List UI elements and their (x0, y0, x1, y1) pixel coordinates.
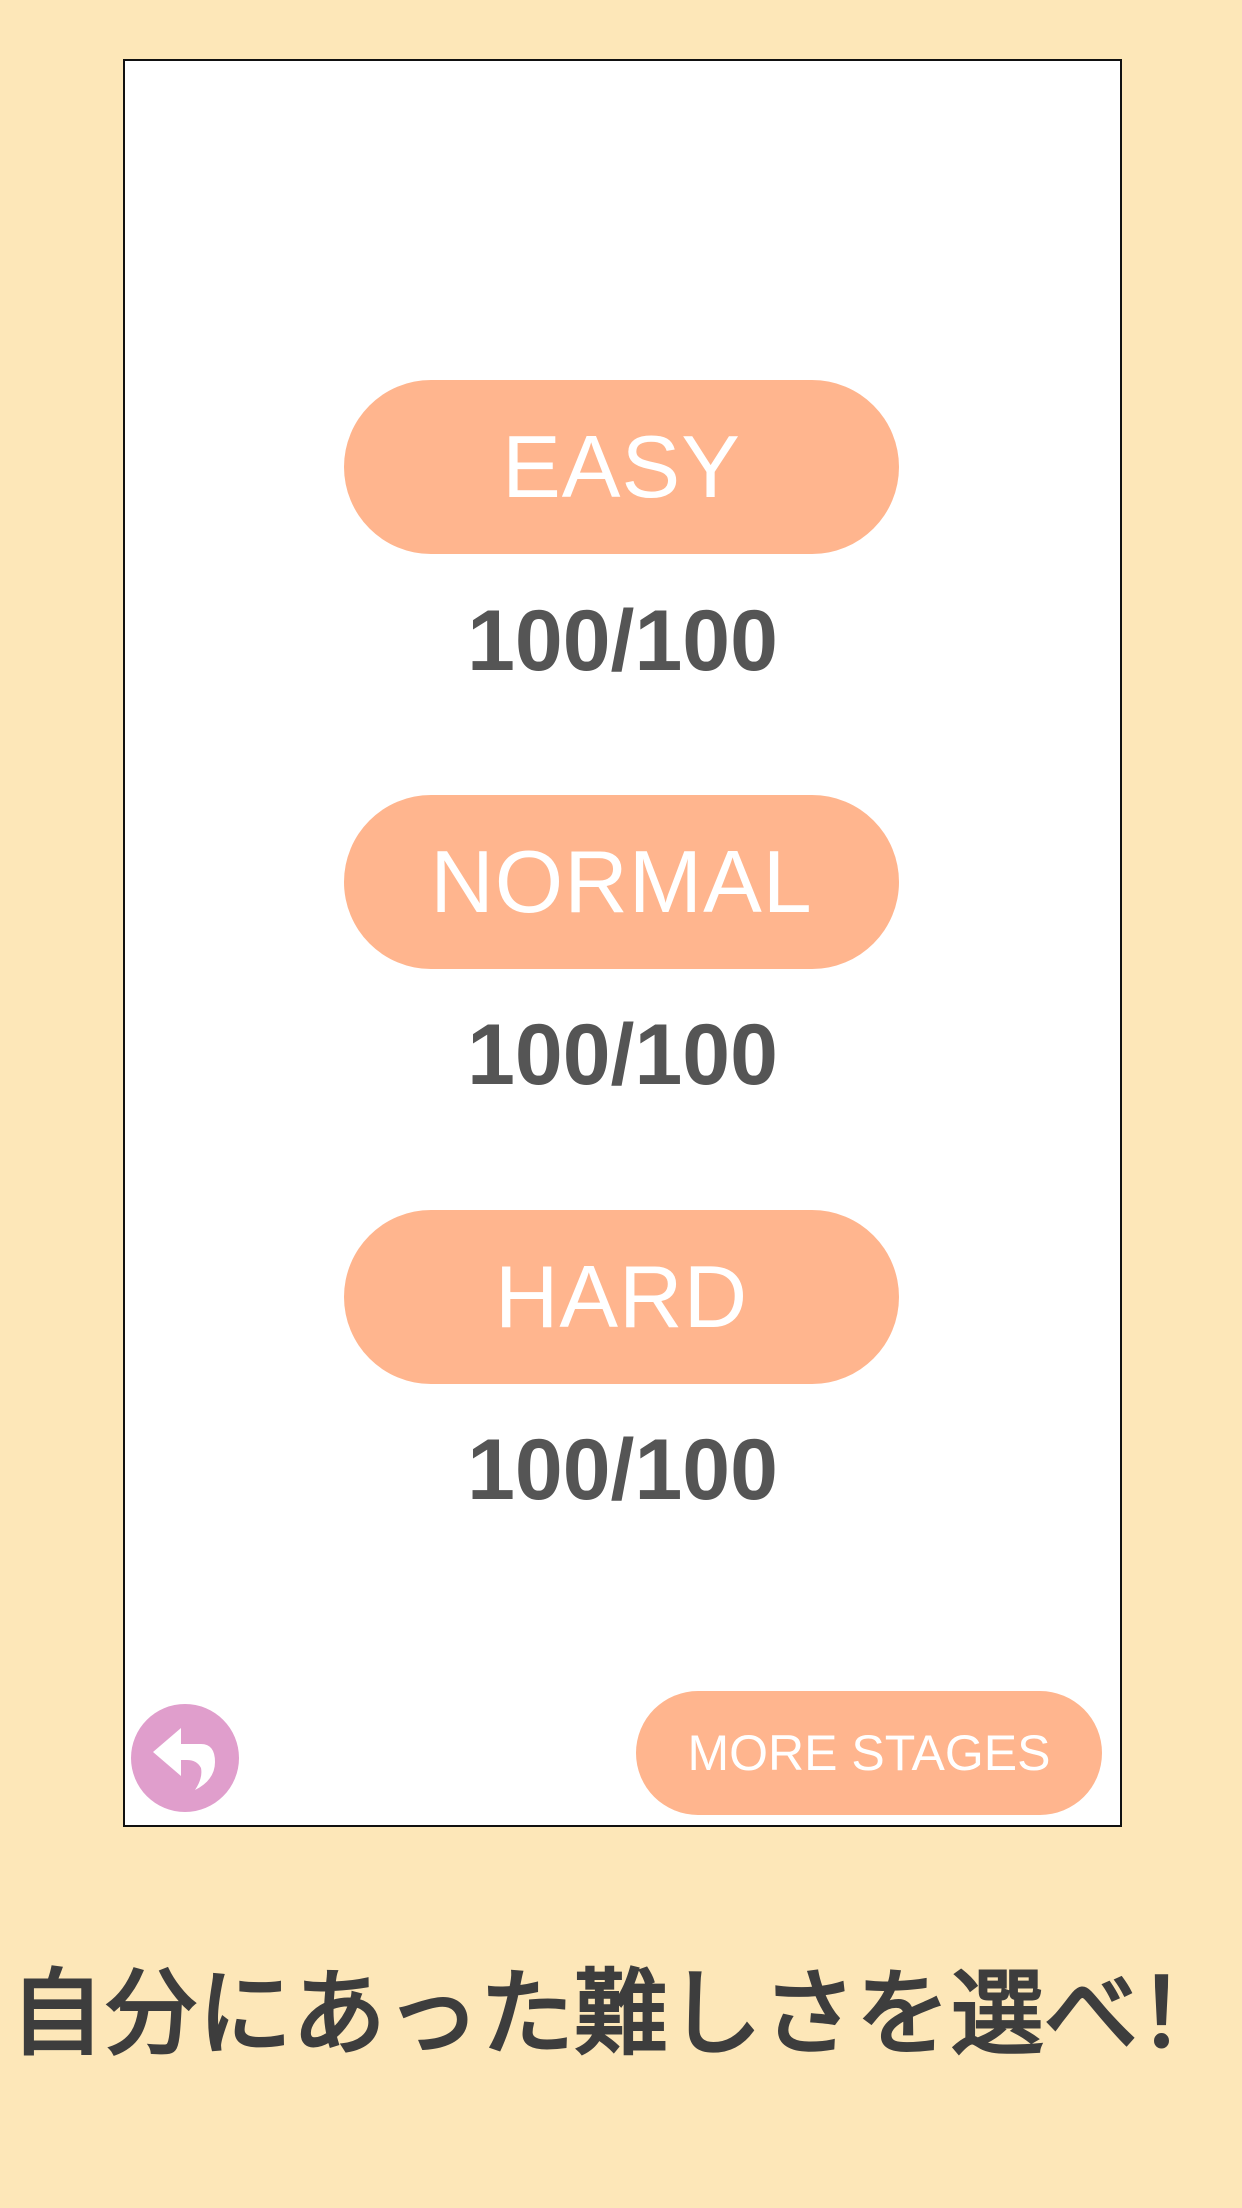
easy-button[interactable]: EASY (344, 380, 899, 554)
game-screen: EASY 100/100 NORMAL 100/100 HARD 100/100… (123, 59, 1122, 1827)
hard-button[interactable]: HARD (344, 1210, 899, 1384)
hard-score: 100/100 (467, 1422, 778, 1518)
back-button[interactable] (131, 1704, 239, 1812)
easy-score: 100/100 (467, 593, 778, 689)
normal-score: 100/100 (467, 1007, 778, 1103)
normal-button[interactable]: NORMAL (344, 795, 899, 969)
more-stages-button[interactable]: MORE STAGES (636, 1691, 1102, 1815)
back-arrow-icon (153, 1728, 215, 1790)
promo-caption: 自分にあった難しさを選べ！ (9, 1960, 1232, 2069)
